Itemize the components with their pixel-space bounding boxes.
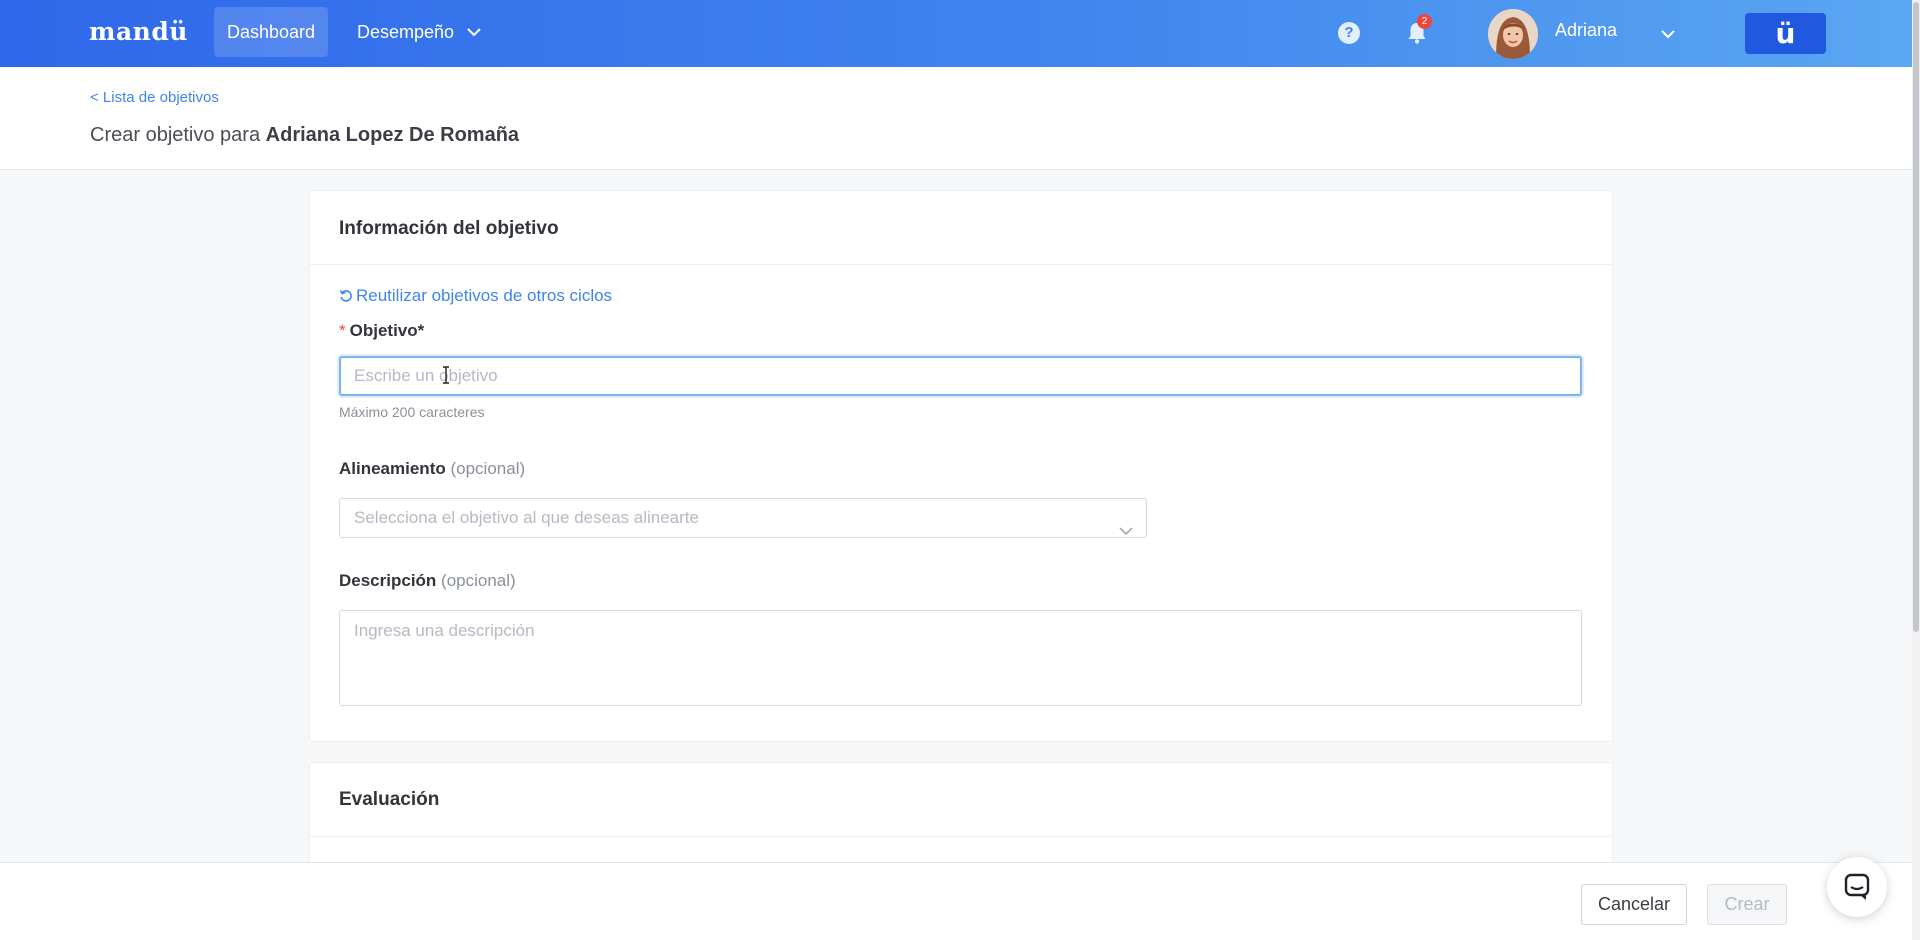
page-title-name: Adriana Lopez De Romaña: [265, 124, 520, 146]
create-button[interactable]: Crear: [1707, 884, 1787, 925]
alignment-label-text: Alineamiento: [339, 459, 446, 478]
reuse-objectives-link[interactable]: Reutilizar objetivos de otros ciclos: [339, 286, 612, 306]
card-title: Evaluación: [339, 789, 440, 810]
notification-badge: 2: [1417, 14, 1432, 29]
help-icon[interactable]: ?: [1338, 22, 1360, 44]
objective-hint: Máximo 200 caracteres: [339, 404, 485, 420]
description-label-text: Descripción: [339, 571, 437, 590]
chevron-down-icon: [1119, 512, 1133, 550]
text-cursor-icon: [442, 366, 450, 384]
form-footer: Cancelar Crear: [0, 862, 1920, 940]
chat-icon: [1844, 873, 1870, 900]
avatar[interactable]: [1488, 9, 1538, 59]
chevron-down-icon: [467, 6, 481, 56]
mandu-logo[interactable]: mandü: [89, 17, 188, 46]
page-title: Crear objetivo para Adriana Lopez De Rom…: [90, 124, 519, 147]
breadcrumb-back-link[interactable]: < Lista de objetivos: [90, 89, 219, 106]
objective-label-text: Objetivo*: [349, 321, 425, 340]
refresh-icon: [339, 290, 352, 302]
page-header: < Lista de objetivos Crear objetivo para…: [0, 67, 1920, 170]
description-textarea[interactable]: [339, 610, 1582, 706]
alignment-label: Alineamiento (opcional): [339, 459, 525, 479]
alignment-select[interactable]: Selecciona el objetivo al que deseas ali…: [339, 498, 1147, 538]
required-mark: *: [339, 321, 346, 340]
nav-desempeno-label: Desempeño: [357, 22, 455, 42]
alignment-optional: (opcional): [450, 459, 526, 478]
alignment-placeholder: Selecciona el objetivo al que deseas ali…: [354, 508, 699, 527]
chat-launcher-button[interactable]: [1827, 857, 1887, 917]
reuse-objectives-label: Reutilizar objetivos de otros ciclos: [356, 286, 613, 305]
brand-button[interactable]: ü: [1745, 13, 1826, 54]
chevron-down-icon[interactable]: [1661, 26, 1675, 44]
nav-desempeno[interactable]: Desempeño: [344, 7, 494, 57]
objective-label: * Objetivo*: [339, 321, 424, 341]
divider: [310, 264, 1612, 265]
page-title-prefix: Crear objetivo para: [90, 124, 261, 146]
page-scrollbar-thumb[interactable]: [1913, 2, 1919, 632]
cancel-button[interactable]: Cancelar: [1581, 884, 1687, 925]
description-label: Descripción (opcional): [339, 571, 516, 591]
user-name[interactable]: Adriana: [1555, 20, 1617, 41]
divider: [310, 836, 1612, 837]
top-navbar: mandü Dashboard Desempeño ? 2 Adriana ü: [0, 0, 1920, 67]
objective-info-card: Información del objetivo Reutilizar obje…: [309, 190, 1613, 742]
description-optional: (opcional): [441, 571, 516, 590]
objective-input[interactable]: [339, 356, 1582, 396]
card-title: Información del objetivo: [339, 218, 559, 239]
nav-dashboard[interactable]: Dashboard: [214, 7, 329, 57]
